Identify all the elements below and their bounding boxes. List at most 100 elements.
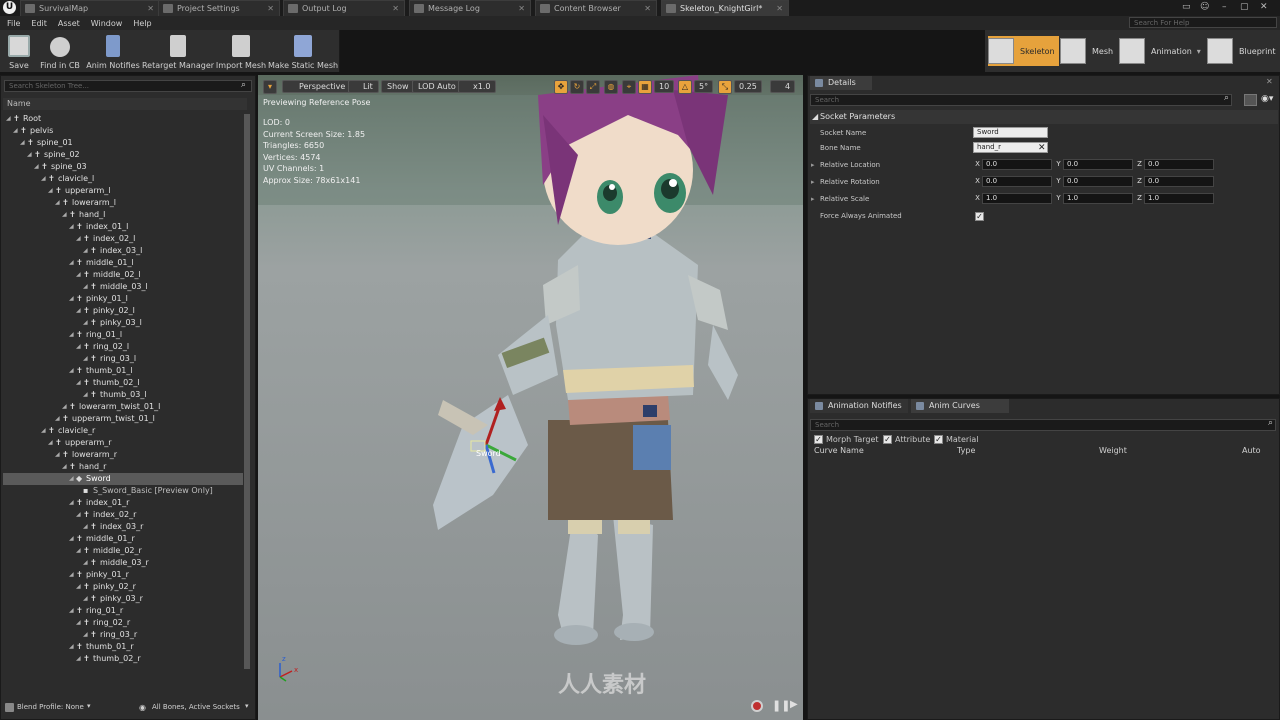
retarget-manager-button[interactable]: Retarget Manager <box>142 32 214 70</box>
expand-arrow-icon[interactable]: ▸ <box>811 174 815 190</box>
tree-bone-row[interactable]: ◢ ✝ lowerarm_l <box>3 197 243 209</box>
close-icon[interactable]: ✕ <box>518 4 525 13</box>
tree-bone-row[interactable]: ◢ ✝ ring_02_l <box>3 341 243 353</box>
tree-bone-row[interactable]: ◢ ✝ spine_03 <box>3 161 243 173</box>
eye-icon[interactable]: ◉▾ <box>1261 94 1273 104</box>
expand-arrow-icon[interactable]: ▸ <box>811 157 815 173</box>
rotation-snap-value[interactable]: 5° <box>694 80 714 93</box>
tab-survivalmap[interactable]: SurvivalMap ✕ <box>20 0 160 16</box>
close-icon[interactable]: ✕ <box>776 4 783 13</box>
tree-bone-row[interactable]: ◢ ✝ index_03_l <box>3 245 243 257</box>
rotation-z-field[interactable]: 0.0 <box>1144 176 1214 187</box>
tree-bone-row[interactable]: ◢ ✝ pinky_01_r <box>3 569 243 581</box>
mode-blueprint-button[interactable]: Blueprint <box>1207 36 1276 66</box>
mode-mesh-button[interactable]: Mesh <box>1060 36 1113 66</box>
tree-bone-row[interactable]: ◢ ✝ pinky_02_l <box>3 305 243 317</box>
record-icon[interactable] <box>751 700 763 712</box>
scale-snap-value[interactable]: 0.25 <box>734 80 762 93</box>
tree-bone-row[interactable]: ◢ ✝ pinky_02_r <box>3 581 243 593</box>
menu-asset[interactable]: Asset <box>58 19 80 28</box>
location-y-field[interactable]: 0.0 <box>1063 159 1133 170</box>
tab-content-browser[interactable]: Content Browser ✕ <box>535 0 657 16</box>
socket-name-field[interactable]: Sword <box>973 127 1048 138</box>
tree-bone-row[interactable]: ◢ ✝ pinky_01_l <box>3 293 243 305</box>
tree-bone-row[interactable]: ◢ ✝ index_02_r <box>3 509 243 521</box>
camera-speed-button[interactable]: 4 <box>770 80 796 93</box>
tree-bone-row[interactable]: ◢ ✝ middle_02_l <box>3 269 243 281</box>
minimize-icon[interactable]: – <box>1222 2 1227 12</box>
find-in-cb-button[interactable]: Find in CB <box>38 32 82 70</box>
force-always-animated-checkbox[interactable]: ✓ <box>975 212 984 221</box>
person-icon[interactable]: ☺ <box>1200 2 1209 12</box>
tree-bone-row[interactable]: ◢ ✝ upperarm_l <box>3 185 243 197</box>
tree-bone-row[interactable]: ◢ ✝ ring_03_r <box>3 629 243 641</box>
tree-bone-row[interactable]: ◢ ✝ thumb_01_r <box>3 641 243 653</box>
tree-bone-row[interactable]: ◢ ✝ pelvis <box>3 125 243 137</box>
pause-icon[interactable]: ❚❚ <box>772 699 790 712</box>
rotation-x-field[interactable]: 0.0 <box>982 176 1052 187</box>
clear-icon[interactable]: ✕ <box>1038 140 1046 156</box>
tree-scrollbar-thumb[interactable] <box>244 114 250 669</box>
show-button[interactable]: Show <box>381 80 415 93</box>
playback-speed-button[interactable]: x1.0 <box>458 80 497 93</box>
world-local-icon[interactable]: ◍ <box>604 80 618 94</box>
tree-bone-row[interactable]: ◢ ✝ spine_01 <box>3 137 243 149</box>
lod-button[interactable]: LOD Auto <box>412 80 462 93</box>
tab-message-log[interactable]: Message Log ✕ <box>409 0 531 16</box>
scale-snap-icon[interactable]: ⤡ <box>718 80 732 94</box>
tree-bone-row[interactable]: ◢ ✝ ring_01_l <box>3 329 243 341</box>
bone-name-field[interactable]: hand_r <box>973 142 1048 153</box>
grid-snap-value[interactable]: 10 <box>654 80 675 93</box>
tree-bone-row[interactable]: ◢ ✝ ring_01_r <box>3 605 243 617</box>
tree-bone-row[interactable]: ◢ ✝ hand_r <box>3 461 243 473</box>
tab-output-log[interactable]: Output Log ✕ <box>283 0 405 16</box>
tree-bone-row[interactable]: ◢ ✝ ring_03_l <box>3 353 243 365</box>
feedback-icon[interactable]: ▭ <box>1182 2 1191 12</box>
filter-dropdown[interactable]: All Bones, Active Sockets <box>152 703 240 711</box>
scale-z-field[interactable]: 1.0 <box>1144 193 1214 204</box>
rotation-snap-icon[interactable]: △ <box>678 80 692 94</box>
tree-preview-mesh-row[interactable]: ▪ S_Sword_Basic [Preview Only] <box>3 485 243 497</box>
tree-bone-row[interactable]: ◢ ✝ ring_02_r <box>3 617 243 629</box>
socket-parameters-header[interactable]: ◢ Socket Parameters <box>810 110 1278 124</box>
location-x-field[interactable]: 0.0 <box>982 159 1052 170</box>
viewport[interactable]: z x ▾ Perspective Lit Show LOD Auto x1.0… <box>258 75 803 720</box>
translate-tool-icon[interactable]: ✥ <box>554 80 568 94</box>
tree-bone-row[interactable]: ◢ ✝ thumb_02_l <box>3 377 243 389</box>
details-search-input[interactable]: Search <box>810 94 1232 106</box>
close-icon[interactable]: ✕ <box>147 4 154 13</box>
blend-profile-dropdown[interactable]: Blend Profile: None <box>17 703 84 711</box>
scale-x-field[interactable]: 1.0 <box>982 193 1052 204</box>
tree-bone-row[interactable]: ◢ ✝ hand_l <box>3 209 243 221</box>
tree-bone-row[interactable]: ◢✝thumb_03_r <box>3 665 243 666</box>
menu-help[interactable]: Help <box>133 19 151 28</box>
tree-bone-row[interactable]: ◢ ✝ middle_01_r <box>3 533 243 545</box>
menu-edit[interactable]: Edit <box>31 19 47 28</box>
tree-bone-row[interactable]: ◢ ✝ middle_02_r <box>3 545 243 557</box>
auto-column[interactable]: Auto <box>1242 446 1261 455</box>
step-forward-icon[interactable]: ▶ <box>790 699 798 710</box>
tree-bone-row[interactable]: ◢ ✝ middle_01_l <box>3 257 243 269</box>
scale-tool-icon[interactable]: ⤢ <box>586 80 600 94</box>
type-column[interactable]: Type <box>957 446 975 455</box>
tab-skeleton-knightgirl[interactable]: Skeleton_KnightGirl* ✕ <box>661 0 789 16</box>
lit-button[interactable]: Lit <box>348 80 379 93</box>
weight-column[interactable]: Weight <box>1099 446 1127 455</box>
grid-snap-icon[interactable]: ▦ <box>638 80 652 94</box>
tree-bone-row[interactable]: ◢ ✝ lowerarm_r <box>3 449 243 461</box>
tree-bone-row[interactable]: ◢ ✝ clavicle_r <box>3 425 243 437</box>
tree-bone-row[interactable]: ◢ ✝ pinky_03_r <box>3 593 243 605</box>
curve-name-column[interactable]: Curve Name <box>814 446 864 455</box>
tab-details[interactable]: Details <box>810 76 872 90</box>
scale-y-field[interactable]: 1.0 <box>1063 193 1133 204</box>
tree-bone-row[interactable]: ◢ ✝ thumb_02_r <box>3 653 243 665</box>
tree-bone-row[interactable]: ◢ ✝ middle_03_l <box>3 281 243 293</box>
menu-file[interactable]: File <box>7 19 20 28</box>
tab-anim-curves[interactable]: Anim Curves <box>911 399 1009 413</box>
menu-window[interactable]: Window <box>91 19 123 28</box>
tab-project-settings[interactable]: Project Settings ✕ <box>158 0 280 16</box>
mode-skeleton-button[interactable]: Skeleton <box>988 36 1059 66</box>
anim-notifies-button[interactable]: Anim Notifies <box>86 32 140 70</box>
attribute-checkbox[interactable]: ✓ <box>883 435 892 444</box>
expand-arrow-icon[interactable]: ▸ <box>811 191 815 207</box>
